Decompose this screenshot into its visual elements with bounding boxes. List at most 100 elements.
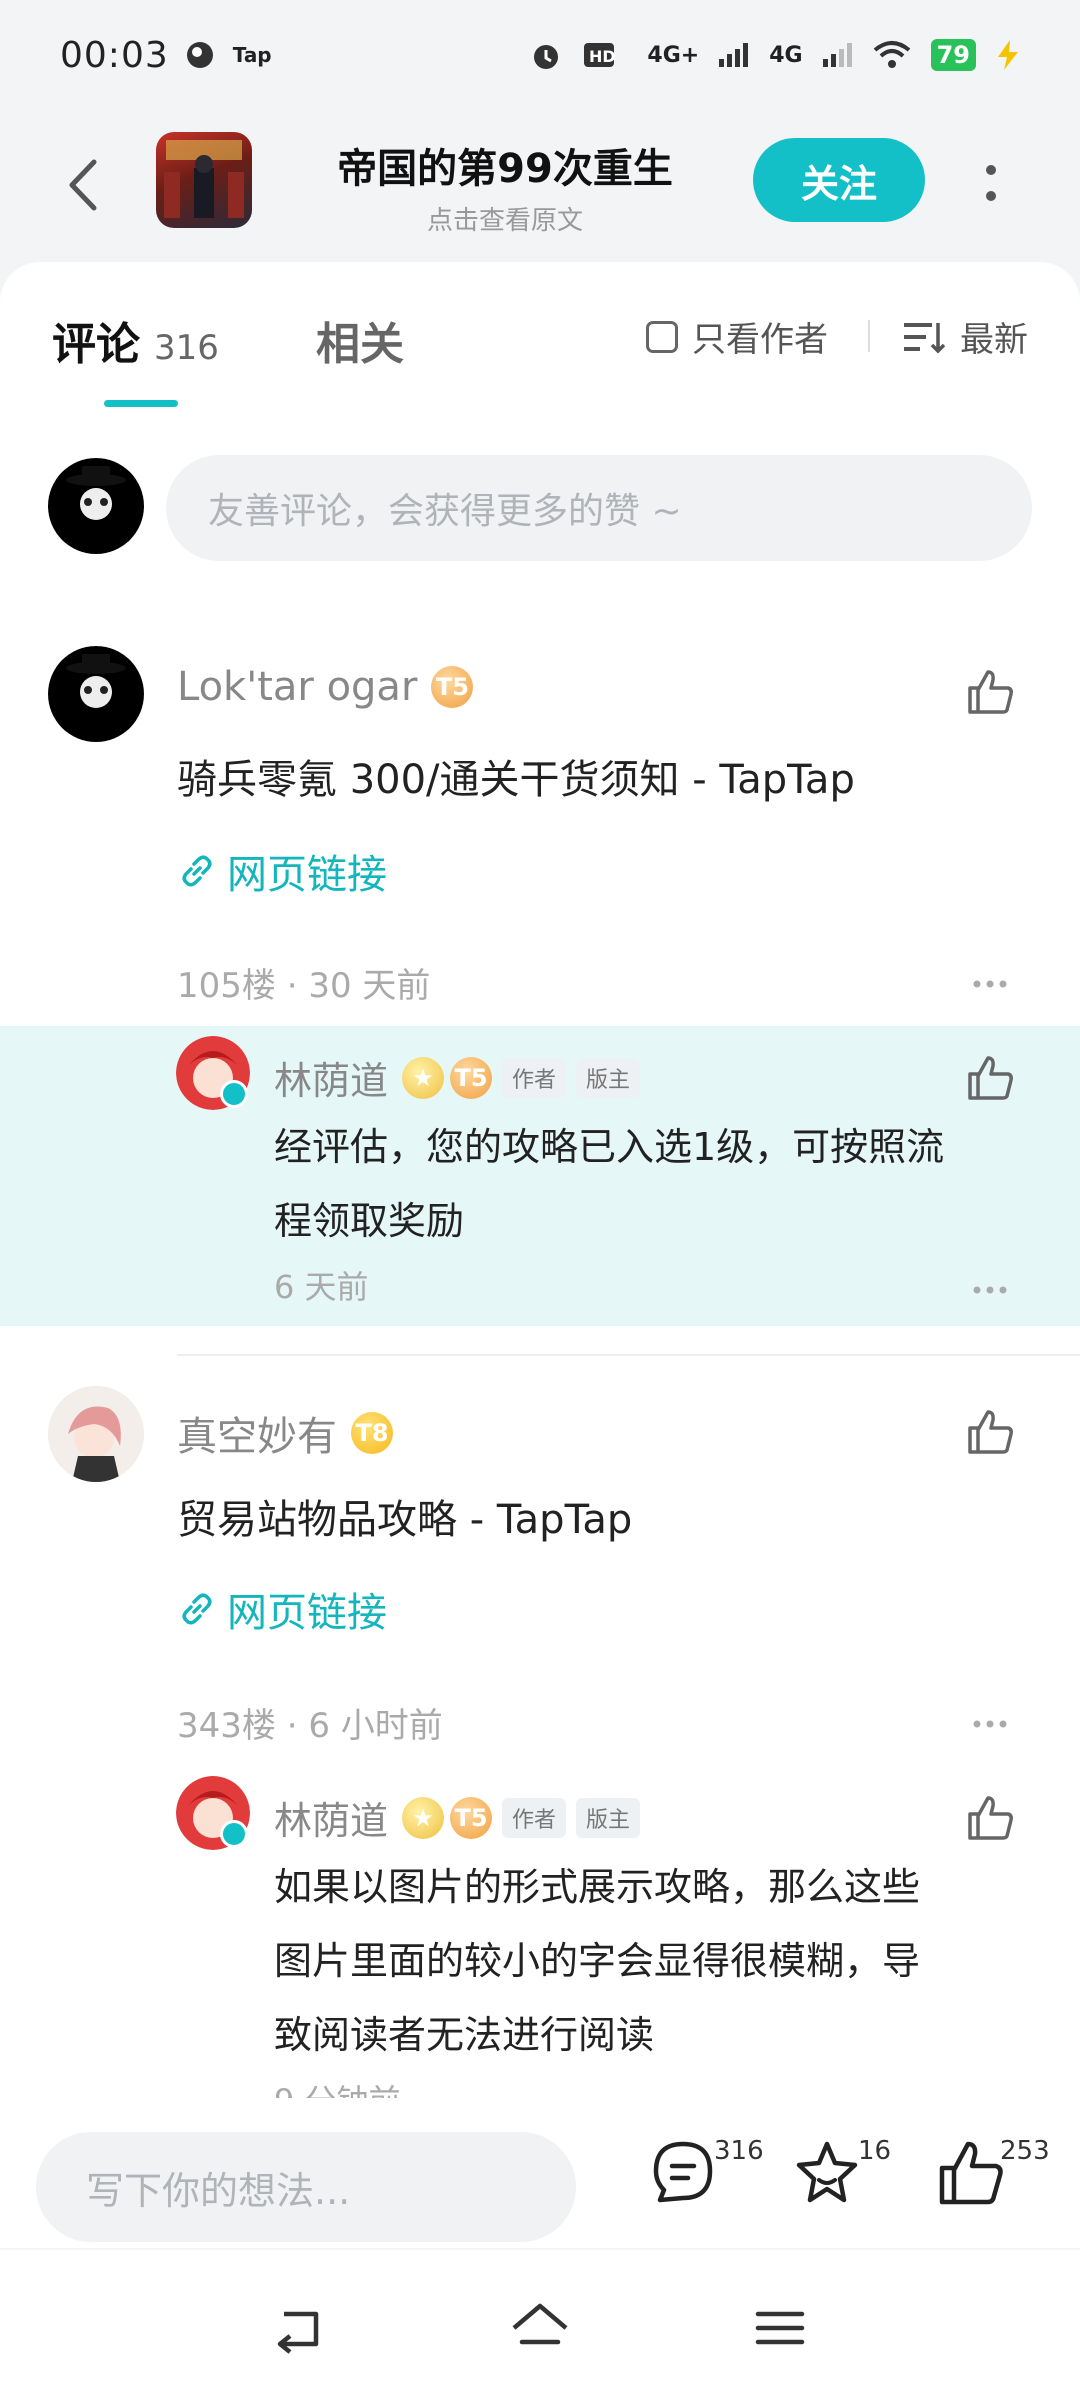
wifi-icon bbox=[873, 40, 911, 70]
write-comment-input[interactable]: 写下你的想法... bbox=[36, 2132, 576, 2242]
back-button[interactable] bbox=[58, 150, 108, 220]
reply-like-button[interactable] bbox=[964, 1792, 1016, 1844]
tab-related[interactable]: 相关 bbox=[316, 308, 404, 372]
sort-button[interactable]: 最新 bbox=[902, 312, 1028, 361]
comment-time: 30 天前 bbox=[308, 966, 431, 1006]
comment-meta: 105楼 · 30 天前 bbox=[177, 958, 430, 1007]
comment-author-name[interactable]: Lok'tar ogar T5 bbox=[177, 664, 474, 710]
author-tag: 作者 bbox=[502, 1057, 567, 1098]
comment-bubble-icon bbox=[653, 2141, 713, 2203]
level-badge: T5 bbox=[450, 1056, 493, 1099]
tab-comments[interactable]: 评论 316 bbox=[52, 308, 219, 372]
tab-bar: 评论 316 相关 只看作者 最新 bbox=[0, 262, 1080, 412]
reply-more-button[interactable] bbox=[972, 1280, 1008, 1294]
reply-body-line: 经评估，您的攻略已入选1级，可按照流 bbox=[274, 1125, 945, 1169]
comment-divider bbox=[177, 1354, 1080, 1356]
comment-more-button[interactable] bbox=[972, 974, 1008, 988]
decoration-badge-icon: ★ bbox=[402, 1056, 445, 1099]
comment-body: 贸易站物品攻略 - TapTap bbox=[177, 1497, 633, 1543]
comments-sheet: 评论 316 相关 只看作者 最新 友善评论，会获得更多的赞 ~ Lok'tar… bbox=[0, 262, 1080, 2102]
battery-level: 79 bbox=[930, 39, 976, 71]
reply-body-line: 如果以图片的形式展示攻略，那么这些 bbox=[274, 1865, 921, 1909]
nav-back-button[interactable] bbox=[270, 2298, 330, 2358]
meta-separator: · bbox=[286, 1706, 309, 1746]
nav-menu-button[interactable] bbox=[750, 2298, 810, 2358]
post-title: 帝国的第99次重生 bbox=[337, 146, 673, 192]
chevron-left-icon bbox=[69, 159, 97, 211]
sort-label: 最新 bbox=[960, 320, 1028, 360]
decoration-badge-icon: ★ bbox=[402, 1796, 445, 1839]
floor-number: 105楼 bbox=[177, 966, 276, 1006]
tab-comments-label: 评论 bbox=[52, 319, 140, 370]
author-name-text: 真空妙有 bbox=[177, 1414, 337, 1460]
reply-body: 经评估，您的攻略已入选1级，可按照流 程领取奖励 bbox=[274, 1110, 1014, 1258]
title-block[interactable]: 帝国的第99次重生 点击查看原文 bbox=[300, 136, 710, 237]
signal-icon-2 bbox=[822, 43, 853, 67]
reply-author-text: 林荫道 bbox=[274, 1799, 389, 1843]
network-4g-label: 4G bbox=[769, 42, 803, 68]
more-horizontal-icon bbox=[973, 1286, 1007, 1294]
system-nav-bar bbox=[0, 2250, 1080, 2400]
svg-text:HD: HD bbox=[589, 47, 616, 66]
comment-body: 骑兵零氪 300/通关干货须知 - TapTap bbox=[177, 757, 855, 803]
view-original-link[interactable]: 点击查看原文 bbox=[300, 200, 710, 237]
charging-icon bbox=[996, 40, 1020, 70]
web-link-label: 网页链接 bbox=[227, 1590, 387, 1636]
reply-body-line: 致阅读者无法进行阅读 bbox=[274, 2013, 655, 2057]
moderator-tag: 版主 bbox=[576, 1797, 641, 1838]
link-icon bbox=[182, 855, 212, 887]
comment-compose-input[interactable]: 友善评论，会获得更多的赞 ~ bbox=[166, 455, 1032, 561]
level-badge: T5 bbox=[431, 666, 474, 708]
author-name-text: Lok'tar ogar bbox=[177, 664, 418, 710]
tap-notification-label: Tap bbox=[232, 43, 272, 67]
comment-meta: 343楼 · 6 小时前 bbox=[177, 1698, 443, 1747]
more-horizontal-icon bbox=[973, 1720, 1007, 1728]
meta-separator: · bbox=[286, 966, 309, 1006]
reply-author-name[interactable]: 林荫道 ★ T5 作者 版主 bbox=[274, 1790, 641, 1845]
level-badge: T8 bbox=[351, 1412, 393, 1454]
app-notification-icon bbox=[185, 40, 215, 70]
thumbs-up-icon bbox=[968, 1796, 1013, 1840]
more-horizontal-icon bbox=[973, 980, 1007, 988]
favorite-button[interactable] bbox=[792, 2138, 862, 2208]
reply-body: 如果以图片的形式展示攻略，那么这些 图片里面的较小的字会显得很模糊，导 致阅读者… bbox=[274, 1850, 1014, 2072]
thumbs-up-icon bbox=[968, 1410, 1013, 1454]
reply-like-button[interactable] bbox=[964, 1052, 1016, 1104]
comments-count: 316 bbox=[714, 2136, 764, 2166]
status-bar: 00:03 Tap HD 4G+ 4G 79 bbox=[0, 0, 1080, 110]
comment-like-button[interactable] bbox=[964, 666, 1016, 718]
comment-author-avatar[interactable] bbox=[48, 646, 144, 742]
reply-author-text: 林荫道 bbox=[274, 1059, 389, 1103]
tab-comments-count: 316 bbox=[154, 328, 219, 368]
comment-like-button[interactable] bbox=[964, 1406, 1016, 1458]
like-count: 253 bbox=[1000, 2136, 1050, 2166]
moderator-tag: 版主 bbox=[576, 1057, 641, 1098]
verified-icon bbox=[220, 1820, 248, 1848]
follow-button[interactable]: 关注 bbox=[753, 138, 925, 222]
menu-icon bbox=[755, 2311, 805, 2345]
nav-home-button[interactable] bbox=[510, 2298, 570, 2358]
star-icon bbox=[796, 2141, 858, 2203]
reply-author-name[interactable]: 林荫道 ★ T5 作者 版主 bbox=[274, 1050, 641, 1105]
home-icon bbox=[512, 2303, 568, 2345]
reply-body-line: 程领取奖励 bbox=[274, 1199, 465, 1243]
comments-button[interactable] bbox=[648, 2138, 718, 2208]
status-time: 00:03 bbox=[60, 34, 169, 76]
verified-icon bbox=[220, 1080, 248, 1108]
comment-author-avatar[interactable] bbox=[48, 1386, 144, 1482]
status-right-group: HD 4G+ 4G 79 bbox=[529, 38, 1020, 72]
more-options-button[interactable] bbox=[976, 154, 1006, 214]
web-link[interactable]: 网页链接 bbox=[177, 1580, 387, 1638]
only-author-toggle[interactable]: 只看作者 bbox=[646, 312, 828, 361]
bottom-action-bar: 写下你的想法... 316 16 253 bbox=[0, 2098, 1080, 2248]
like-post-button[interactable] bbox=[936, 2138, 1006, 2208]
comment-more-button[interactable] bbox=[972, 1714, 1008, 1728]
thumbs-up-icon bbox=[968, 670, 1013, 714]
floor-number: 343楼 bbox=[177, 1706, 276, 1746]
author-tag: 作者 bbox=[502, 1797, 567, 1838]
game-icon[interactable] bbox=[156, 132, 252, 228]
my-avatar[interactable] bbox=[48, 458, 144, 554]
comment-author-name[interactable]: 真空妙有 T8 bbox=[177, 1404, 393, 1462]
signal-icon bbox=[719, 43, 749, 67]
web-link[interactable]: 网页链接 bbox=[177, 842, 387, 900]
